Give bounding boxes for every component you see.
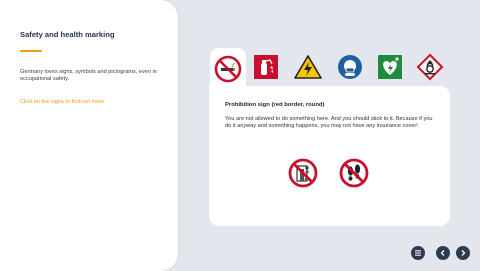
instruction-hint: Click on the signs to find out more. (20, 99, 106, 105)
tab-mandatory-sign[interactable] (332, 48, 368, 86)
sidebar-panel: Safety and health marking Germany loves … (0, 0, 178, 271)
chevron-right-icon (461, 250, 466, 256)
menu-icon (415, 250, 421, 256)
content-card: Prohibition sign (red border, round) You… (209, 86, 450, 226)
no-entry-footprints-sign-icon (339, 158, 369, 188)
high-voltage-warning-icon (294, 55, 322, 79)
no-unauthorised-access-sign-icon (288, 158, 318, 188)
flammable-hazard-icon (416, 53, 444, 81)
defibrillator-sign-icon (378, 55, 402, 79)
example-sign-no-unauthorised-access[interactable] (288, 158, 318, 188)
tab-warning-sign[interactable] (290, 48, 326, 86)
title-accent-bar (20, 50, 42, 52)
chevron-left-icon (440, 250, 445, 256)
prohibition-sign-icon (214, 55, 242, 83)
sign-description: You are not allowed to do something here… (225, 116, 433, 130)
fire-extinguisher-sign-icon (254, 55, 278, 79)
previous-button[interactable] (436, 246, 450, 260)
tab-rescue-sign[interactable] (372, 48, 408, 86)
intro-text: Germany loves signs, symbols and pictogr… (20, 69, 157, 83)
face-mask-mandatory-icon (338, 55, 362, 79)
tab-fire-protection-sign[interactable] (248, 48, 284, 86)
sign-heading: Prohibition sign (red border, round) (225, 102, 325, 108)
tab-hazard-pictogram[interactable] (412, 48, 448, 86)
menu-button[interactable] (411, 246, 425, 260)
example-sign-no-entry-footprints[interactable] (339, 158, 369, 188)
next-button[interactable] (456, 246, 470, 260)
page-title: Safety and health marking (20, 30, 115, 39)
tab-prohibition-sign[interactable] (210, 48, 246, 90)
